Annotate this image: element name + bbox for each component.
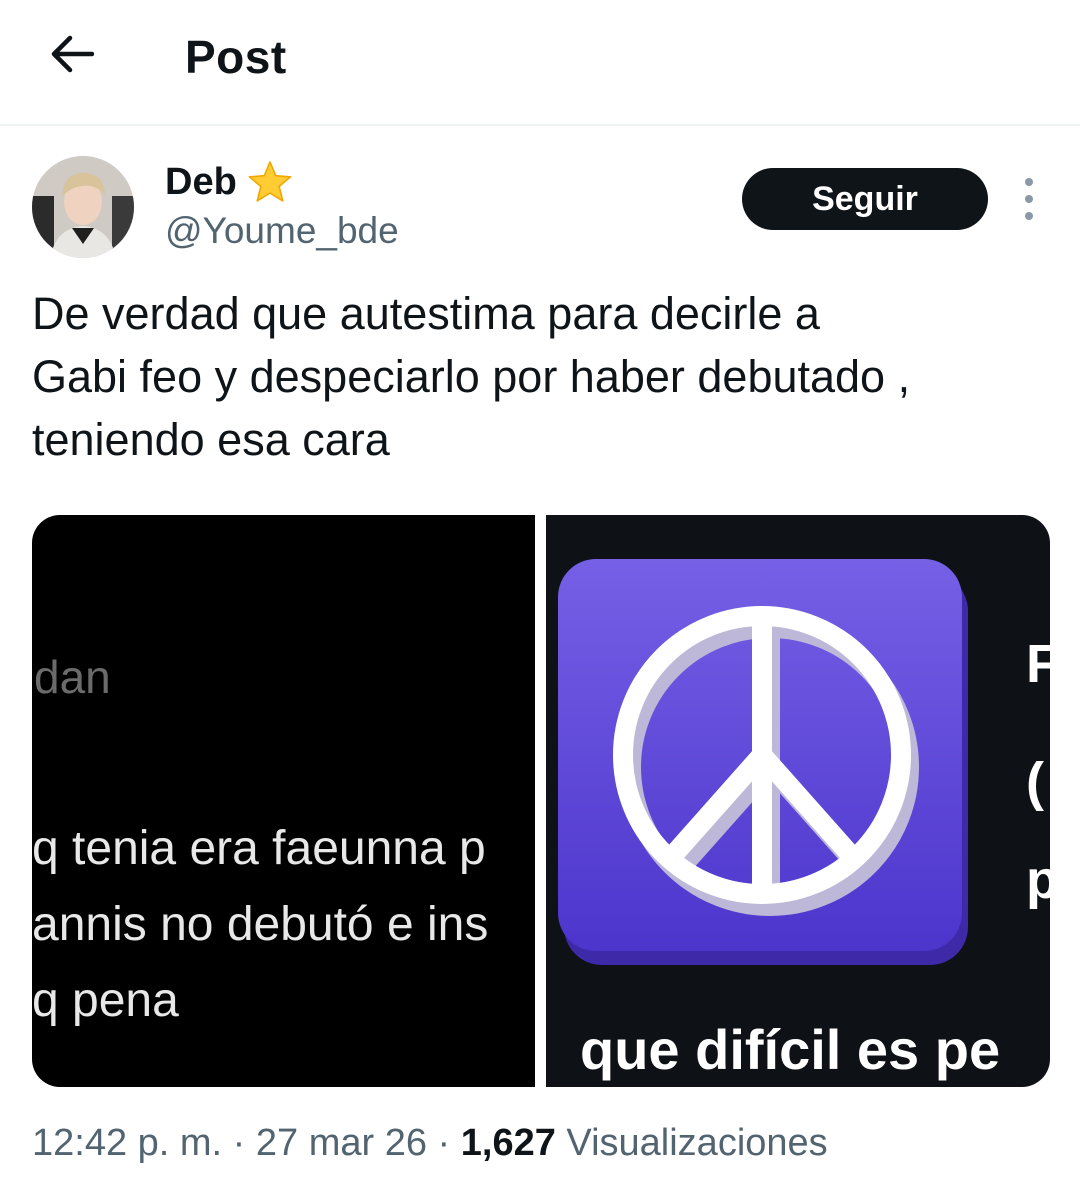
back-button[interactable]: [44, 26, 100, 82]
meta-separator-2: ·: [427, 1122, 461, 1164]
peace-sign-icon: [558, 559, 968, 965]
more-options-button[interactable]: [1012, 178, 1046, 220]
star-icon: [248, 161, 292, 202]
meta-separator-1: ·: [222, 1122, 256, 1164]
more-vertical-icon: [1025, 178, 1033, 186]
post-text: De verdad que autestima para decirle a G…: [32, 288, 911, 465]
avatar[interactable]: [32, 156, 134, 258]
views-label: Visualizaciones: [555, 1122, 828, 1164]
author-name-label: Deb: [165, 160, 237, 203]
image1-text: q tenia era faeunna p annis no debutó e …: [32, 811, 535, 1039]
image2-edge-char-3: p: [1026, 850, 1050, 910]
author-handle[interactable]: @Youme_bde: [165, 210, 399, 252]
image2-edge-char-1: F: [1026, 634, 1050, 694]
image1-top-text: dan: [34, 651, 111, 703]
author-name[interactable]: Deb: [165, 160, 293, 204]
post-date[interactable]: 27 mar 26: [256, 1122, 427, 1164]
views-count[interactable]: 1,627: [461, 1122, 556, 1164]
follow-button[interactable]: Seguir: [742, 168, 988, 230]
post-meta: 12:42 p. m. · 27 mar 26 · 1,627 Visualiz…: [32, 1122, 828, 1165]
image1-line-1: q tenia era faeunna p: [32, 822, 486, 875]
post-time[interactable]: 12:42 p. m.: [32, 1122, 222, 1164]
top-bar: Post: [0, 0, 1080, 126]
media-grid: dan q tenia era faeunna p annis no debut…: [32, 515, 1050, 1087]
avatar-image: [32, 156, 134, 258]
image1-line-2: annis no debutó e ins: [32, 898, 489, 951]
image2-edge-char-2: (: [1026, 752, 1044, 812]
media-image-2[interactable]: F ( p que difícil es pe: [546, 515, 1050, 1087]
page-title: Post: [185, 31, 287, 83]
arrow-left-icon: [51, 35, 94, 73]
image1-line-3: q pena: [32, 974, 179, 1027]
image2-caption: que difícil es pe: [580, 1018, 1001, 1081]
media-image-1[interactable]: dan q tenia era faeunna p annis no debut…: [32, 515, 535, 1087]
